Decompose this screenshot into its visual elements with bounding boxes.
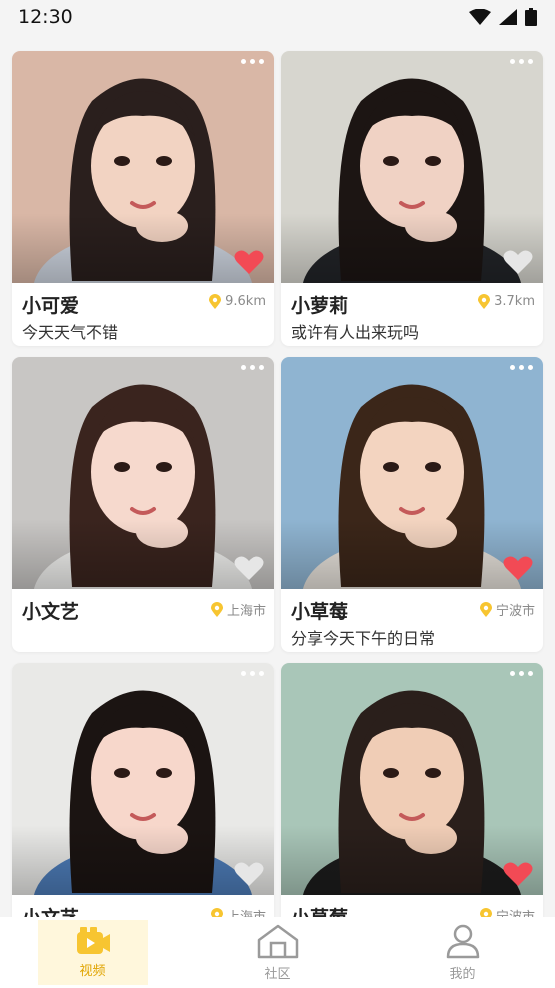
status-message: 分享今天下午的日常 (291, 629, 436, 648)
status-message: 或许有人出来玩吗 (291, 323, 420, 342)
more-options-icon[interactable] (510, 59, 533, 64)
profile-photo[interactable] (281, 51, 543, 283)
house-icon (257, 924, 298, 959)
heart-icon[interactable] (234, 555, 264, 581)
location-info: 上海市 (210, 600, 266, 619)
heart-icon[interactable] (503, 861, 533, 887)
tab-profile-label: 我的 (449, 967, 476, 982)
person-icon (446, 924, 479, 959)
profile-photo[interactable] (281, 663, 543, 895)
profile-photo[interactable] (281, 357, 543, 589)
profile-photo[interactable] (12, 51, 274, 283)
tab-video[interactable]: 视频 (37, 920, 148, 985)
profile-name: 小萝莉 (291, 295, 349, 317)
more-options-icon[interactable] (510, 365, 533, 370)
profile-card[interactable]: 小文艺 上海市 (12, 357, 274, 652)
profile-card[interactable]: 小文艺 上海市 (12, 663, 274, 930)
location-text: 宁波市 (495, 604, 535, 619)
location-pin-icon (210, 602, 223, 617)
location-info: 3.7km (478, 294, 535, 309)
heart-icon[interactable] (503, 555, 533, 581)
heart-icon[interactable] (234, 249, 264, 275)
status-icons (469, 8, 537, 26)
heart-icon[interactable] (234, 861, 264, 887)
profile-name: 小可爱 (22, 295, 80, 317)
profile-name: 小草莓 (291, 601, 349, 623)
location-info: 9.6km (209, 294, 266, 309)
more-options-icon[interactable] (241, 59, 264, 64)
more-options-icon[interactable] (510, 671, 533, 676)
tab-profile[interactable]: 我的 (408, 920, 518, 985)
location-info: 宁波市 (479, 600, 535, 619)
profile-photo[interactable] (12, 357, 274, 589)
location-text: 3.7km (494, 294, 535, 309)
location-text: 9.6km (225, 294, 266, 309)
feed-grid: 小可爱 9.6km 今天天气不错 小萝莉 3.7km 或许有人出来玩吗 小文艺 … (0, 0, 555, 930)
bottom-tab-bar: 视频 社区 我的 (0, 917, 555, 988)
heart-icon[interactable] (503, 249, 533, 275)
battery-icon (525, 8, 537, 26)
more-options-icon[interactable] (241, 671, 264, 676)
tab-community[interactable]: 社区 (223, 920, 333, 985)
more-options-icon[interactable] (241, 365, 264, 370)
profile-photo[interactable] (12, 663, 274, 895)
location-text: 上海市 (226, 604, 266, 619)
profile-card[interactable]: 小草莓 宁波市 (281, 663, 543, 930)
location-pin-icon (478, 294, 491, 309)
tab-community-label: 社区 (264, 967, 291, 982)
profile-card[interactable]: 小可爱 9.6km 今天天气不错 (12, 51, 274, 346)
profile-name: 小文艺 (22, 601, 80, 623)
wifi-icon (469, 9, 491, 25)
status-message: 今天天气不错 (22, 323, 119, 342)
location-pin-icon (479, 602, 492, 617)
signal-icon (499, 9, 517, 25)
status-time: 12:30 (18, 6, 73, 28)
video-camera-icon (76, 927, 110, 954)
location-pin-icon (209, 294, 222, 309)
profile-card[interactable]: 小萝莉 3.7km 或许有人出来玩吗 (281, 51, 543, 346)
status-bar: 12:30 (0, 0, 555, 34)
profile-card[interactable]: 小草莓 宁波市 分享今天下午的日常 (281, 357, 543, 652)
tab-video-label: 视频 (79, 964, 106, 979)
